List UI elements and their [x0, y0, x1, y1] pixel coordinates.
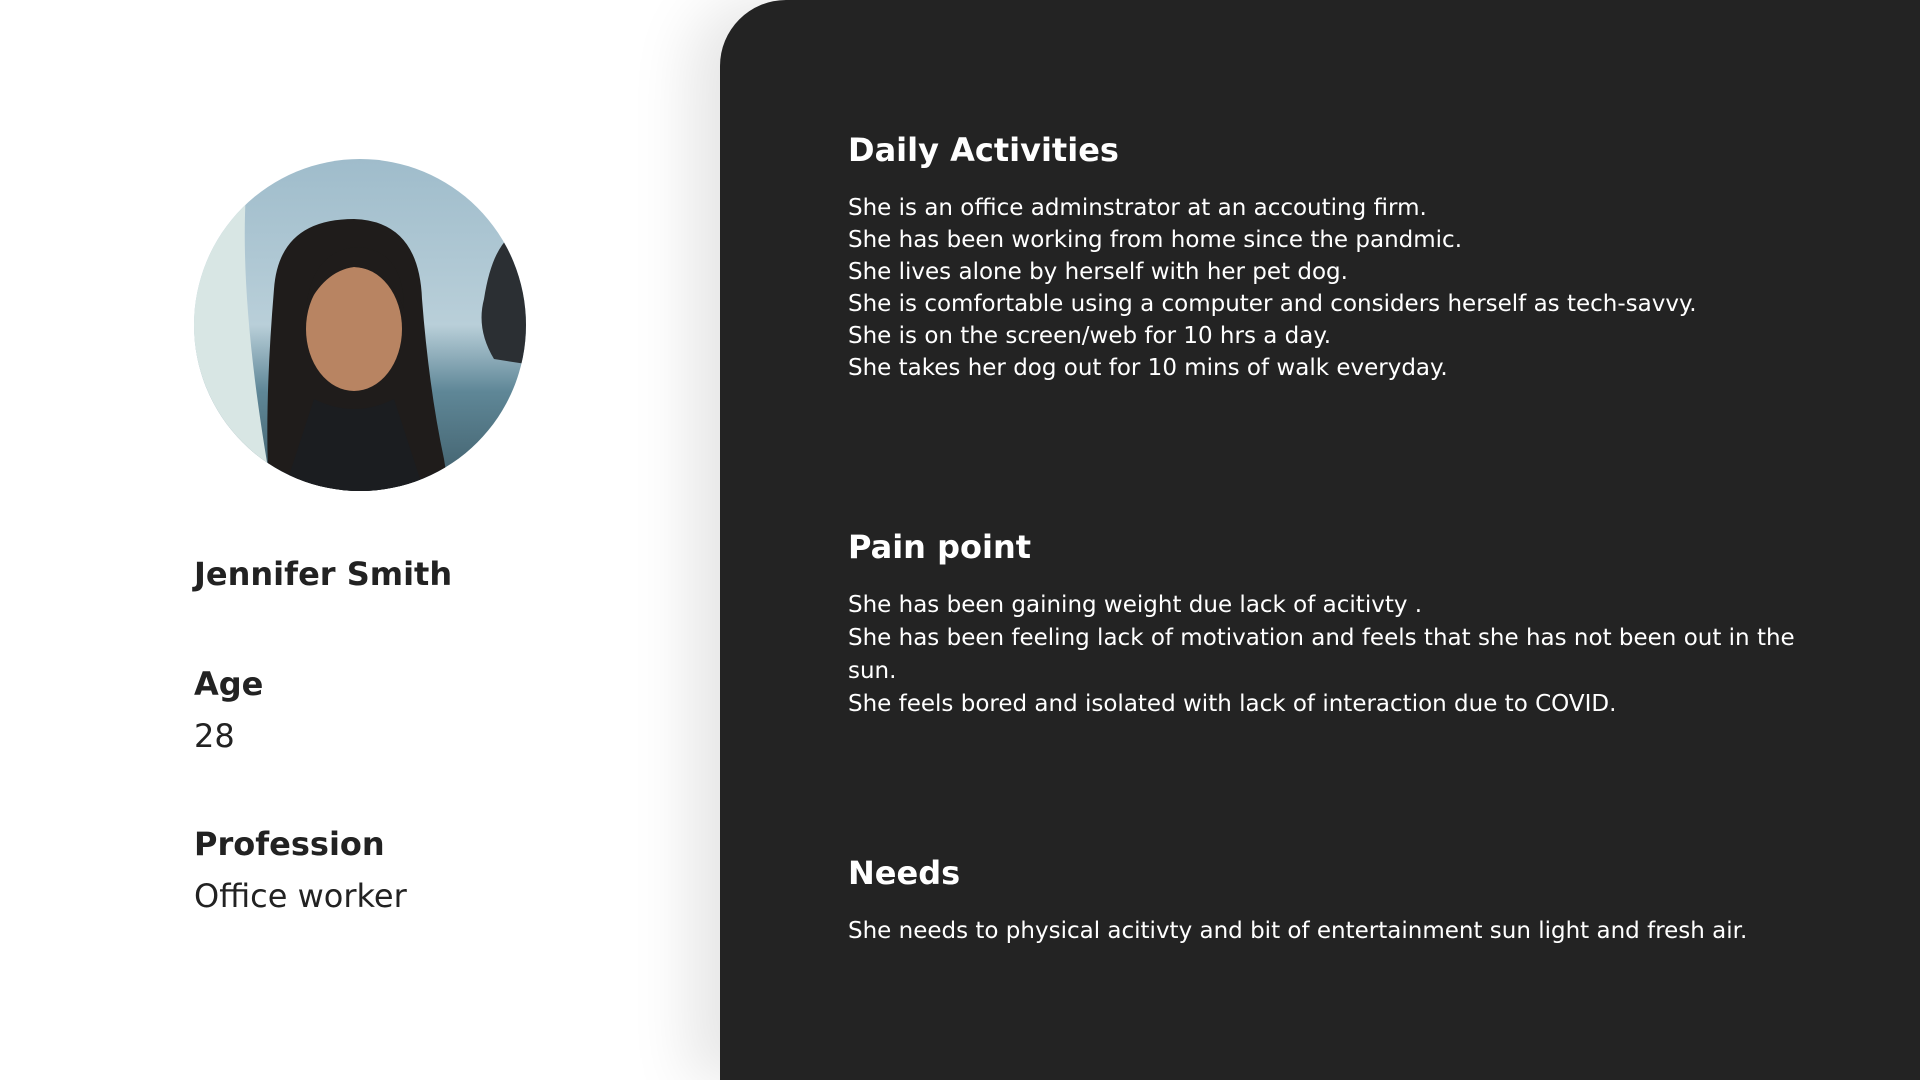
profession-label: Profession — [194, 825, 385, 863]
list-item: She has been gaining weight due lack of … — [848, 592, 1423, 618]
pain-point-list: She has been gaining weight due lack of … — [848, 589, 1808, 721]
needs-section: Needs She needs to physical acitivty and… — [848, 853, 1808, 947]
pain-point-section: Pain point She has been gaining weight d… — [848, 527, 1808, 721]
profile-photo-icon — [194, 159, 526, 491]
list-item: She is on the screen/web for 10 hrs a da… — [848, 323, 1331, 349]
list-item: She lives alone by herself with her pet … — [848, 259, 1348, 285]
persona-name: Jennifer Smith — [194, 555, 453, 593]
list-item: She is an office adminstrator at an acco… — [848, 195, 1427, 221]
persona-page: Jennifer Smith Age 28 Profession Office … — [0, 0, 1920, 1080]
list-item: She has been feeling lack of motivation … — [848, 625, 1795, 684]
avatar — [194, 159, 526, 491]
daily-activities-list: She is an office adminstrator at an acco… — [848, 192, 1808, 384]
list-item: She takes her dog out for 10 mins of wal… — [848, 355, 1448, 381]
section-title: Needs — [848, 854, 961, 892]
list-item: She feels bored and isolated with lack o… — [848, 691, 1617, 717]
section-title: Daily Activities — [848, 131, 1119, 169]
age-value: 28 — [194, 717, 235, 755]
section-title: Pain point — [848, 528, 1032, 566]
profile-column: Jennifer Smith Age 28 Profession Office … — [0, 0, 720, 1080]
details-panel: Daily Activities She is an office admins… — [720, 0, 1920, 1080]
list-item: She needs to physical acitivty and bit o… — [848, 918, 1748, 944]
needs-list: She needs to physical acitivty and bit o… — [848, 915, 1808, 947]
list-item: She is comfortable using a computer and … — [848, 291, 1697, 317]
daily-activities-section: Daily Activities She is an office admins… — [848, 130, 1808, 384]
list-item: She has been working from home since the… — [848, 227, 1463, 253]
age-label: Age — [194, 665, 264, 703]
profession-value: Office worker — [194, 877, 407, 915]
